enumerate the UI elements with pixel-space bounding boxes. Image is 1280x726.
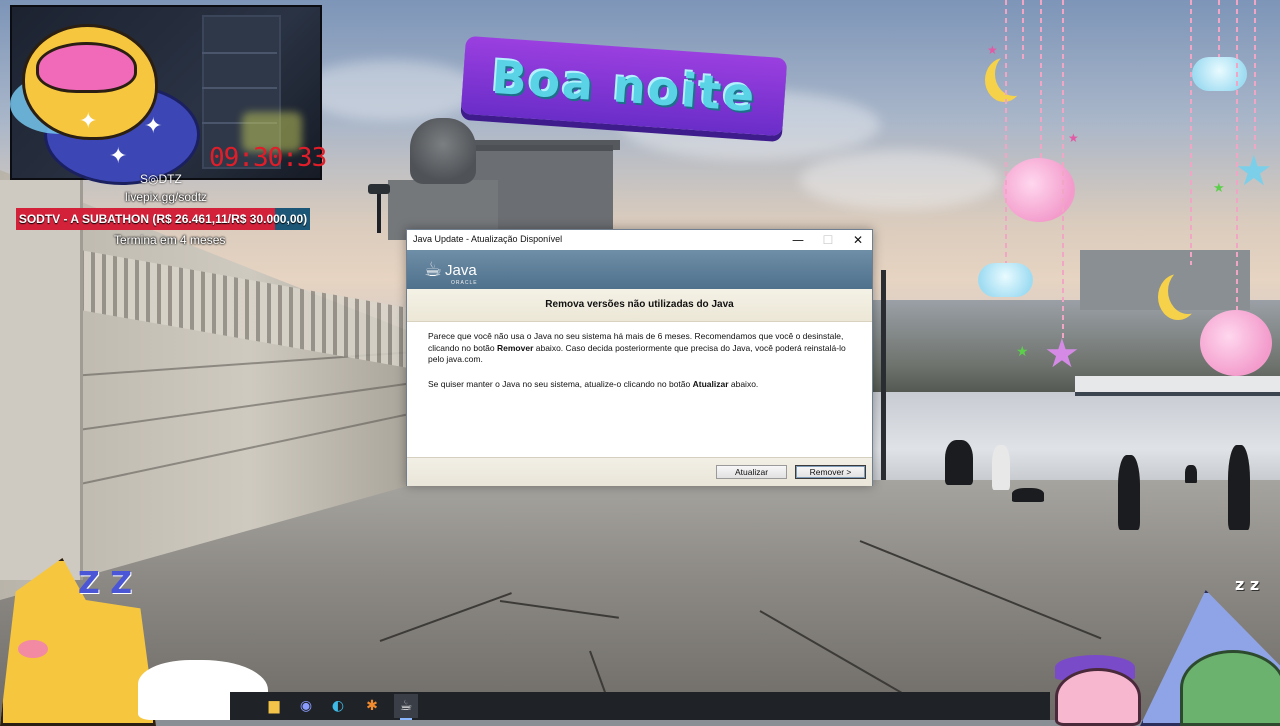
sleeping-dog-mascot: ✦ ✦ ✦ [10, 14, 204, 185]
paragraph-text: abaixo. [728, 378, 759, 389]
subathon-goal-bar: SODTV - A SUBATHON (R$ 26.461,11/R$ 30.0… [16, 208, 310, 230]
bone-icon: ✦ [109, 144, 128, 169]
river-boat [1075, 376, 1280, 396]
hanging-string [1062, 0, 1064, 340]
maximize-button: ☐ [822, 233, 834, 247]
cloud [300, 60, 480, 120]
java-icon[interactable]: ☕ [394, 694, 418, 720]
bridge-pillar [0, 180, 83, 580]
mascot-hood [36, 42, 137, 93]
hanging-string [1190, 0, 1192, 265]
dialog-heading: Remova versões não utilizadas do Java [545, 299, 734, 310]
sleeping-kirby [1055, 668, 1141, 726]
boa-noite-text: Boa noite [489, 49, 759, 123]
update-button[interactable]: Atualizar [716, 465, 787, 479]
lamp-post [881, 270, 886, 480]
zzz-text: Z Z [78, 566, 132, 601]
person [1228, 445, 1250, 530]
taskbar: ▆ ◉ ◐ ✱ ☕ [230, 692, 1050, 720]
moon-decoration [995, 52, 1033, 96]
remove-button[interactable]: Remover > [795, 465, 866, 479]
hanging-string [1218, 0, 1220, 58]
river [860, 392, 1280, 487]
lion-statue [410, 118, 476, 184]
person [1118, 455, 1140, 530]
zzz-text: z z [1235, 575, 1260, 594]
discord-icon[interactable]: ◉ [294, 694, 318, 718]
castle-buildings [1080, 250, 1250, 310]
pink-cloud-decoration [1003, 158, 1075, 222]
person [945, 440, 973, 485]
java-update-dialog: Java Update - Atualização Disponível — ☐… [406, 229, 873, 486]
blue-cloud-decoration [1192, 57, 1247, 91]
java-banner: ☕ Java ORACLE [407, 250, 872, 289]
close-button[interactable]: ✕ [843, 230, 873, 250]
goal-subtext: Termina em 4 meses [114, 233, 226, 247]
hanging-string [1236, 0, 1238, 312]
small-star-decoration: ★ [987, 43, 998, 57]
cloud [800, 150, 1000, 210]
hanging-string [1022, 0, 1024, 60]
oracle-logo-text: ORACLE [451, 280, 478, 286]
subathon-timer: 09:30:33 [209, 143, 327, 173]
bone-icon: ✦ [79, 109, 98, 134]
dialog-paragraph-1: Parece que você não usa o Java no seu si… [428, 331, 856, 366]
file-explorer-icon[interactable]: ▆ [262, 694, 286, 718]
dialog-paragraph-2: Se quiser manter o Java no seu sistema, … [428, 379, 856, 391]
street-lamp-head [368, 184, 390, 194]
java-cup-icon: ☕ [424, 257, 442, 281]
minimize-button[interactable]: — [783, 230, 813, 250]
street-lamp [377, 188, 381, 233]
hanging-string [1040, 0, 1042, 160]
person [1012, 488, 1044, 502]
sleeping-frog [1180, 650, 1280, 726]
edge-icon[interactable]: ◐ [326, 694, 350, 718]
webcam-shelf-divider [202, 87, 277, 89]
hanging-string [1254, 0, 1256, 150]
paragraph-text: Se quiser manter o Java no seu sistema, … [428, 378, 693, 389]
person [1185, 465, 1197, 483]
cat-cheek [18, 640, 48, 658]
java-logo: ☕ Java ORACLE [421, 254, 491, 286]
dialog-title: Java Update - Atualização Disponível [413, 234, 563, 244]
blue-cloud-decoration [978, 263, 1033, 297]
small-star-decoration: ★ [1016, 344, 1029, 360]
pink-cloud-decoration [1200, 310, 1272, 376]
dialog-titlebar[interactable]: Java Update - Atualização Disponível — ☐… [407, 230, 872, 250]
moon-decoration [1168, 268, 1208, 314]
webcam-shelf-divider [202, 52, 277, 54]
dialog-heading-band: Remova versões não utilizadas do Java [407, 289, 872, 322]
small-star-decoration: ★ [1213, 181, 1225, 196]
bone-icon: ✦ [144, 114, 163, 139]
livepix-link: livepix.gg/sodtz [125, 190, 208, 204]
person [992, 445, 1010, 490]
purple-star-decoration: ★ [1044, 331, 1080, 377]
paragraph-bold-text: Remover [497, 342, 534, 353]
dialog-body: Parece que você não usa o Java no seu si… [428, 331, 856, 403]
tool-icon[interactable]: ✱ [360, 694, 384, 718]
small-star-decoration: ★ [1068, 131, 1079, 145]
dialog-footer: Atualizar Remover > [407, 457, 872, 486]
java-logo-text: Java [445, 262, 477, 279]
blue-star-decoration: ★ [1235, 146, 1273, 195]
streamer-handle: S◎DTZ [140, 172, 182, 186]
paragraph-bold-text: Atualizar [692, 378, 729, 389]
goal-label: SODTV - A SUBATHON (R$ 26.461,11/R$ 30.0… [18, 212, 308, 226]
hanging-string [1005, 0, 1007, 265]
